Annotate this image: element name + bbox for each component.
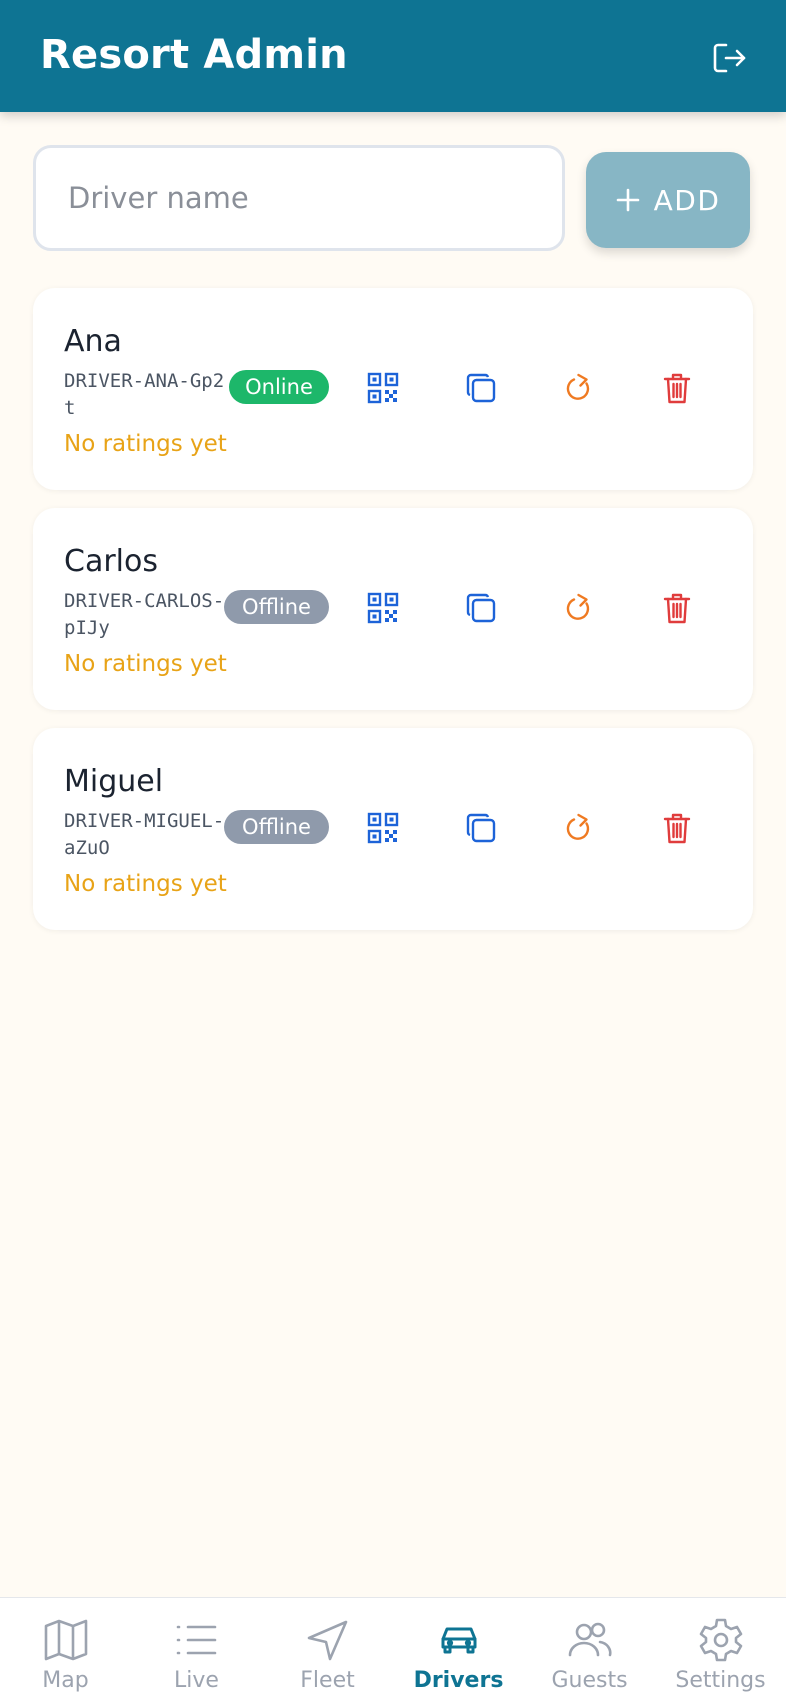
users-icon [568,1622,612,1657]
logout-button[interactable] [710,38,750,78]
copy-icon [466,373,496,403]
copy-code-button[interactable] [459,366,503,410]
nav-label: Drivers [413,1668,504,1693]
navigation-icon [307,1620,347,1661]
bottom-nav: Map Live Fleet Drivers Guests Settings [0,1597,786,1705]
copy-icon [466,813,496,843]
driver-card: Miguel DRIVER-MIGUEL-aZuO No ratings yet… [33,728,753,930]
driver-name-input[interactable] [33,145,565,251]
logout-icon [713,43,746,73]
nav-label: Map [42,1668,89,1693]
qr-code-icon [367,372,399,404]
copy-code-button[interactable] [459,806,503,850]
delete-driver-button[interactable] [655,586,699,630]
driver-name: Ana [64,324,122,359]
refresh-icon [566,813,590,840]
driver-rating: No ratings yet [64,871,227,897]
status-badge: Offline [224,590,329,624]
show-qr-button[interactable] [361,806,405,850]
nav-label: Live [174,1668,219,1693]
driver-code: DRIVER-MIGUEL-aZuO [64,810,225,859]
add-driver-button[interactable]: ADD [586,152,750,248]
nav-label: Settings [675,1668,766,1693]
copy-icon [466,593,496,623]
trash-icon [663,813,691,844]
status-badge: Offline [224,810,329,844]
show-qr-button[interactable] [361,366,405,410]
driver-code: DRIVER-CARLOS-pIJy [64,590,225,639]
app-header: Resort Admin [0,0,786,112]
nav-item-settings[interactable]: Settings [655,1598,786,1705]
delete-driver-button[interactable] [655,806,699,850]
app-title: Resort Admin [40,32,348,78]
driver-name: Miguel [64,764,164,799]
plus-icon [616,188,639,212]
show-qr-button[interactable] [361,586,405,630]
regenerate-code-button[interactable] [557,366,601,410]
driver-card: Carlos DRIVER-CARLOS-pIJy No ratings yet… [33,508,753,710]
driver-card: Ana DRIVER-ANA-Gp2t No ratings yet Onlin… [33,288,753,490]
refresh-icon [566,593,590,620]
qr-code-icon [367,812,399,844]
qr-code-icon [367,592,399,624]
nav-label: Guests [551,1668,628,1693]
nav-item-fleet[interactable]: Fleet [262,1598,393,1705]
car-icon [441,1627,476,1654]
nav-item-live[interactable]: Live [131,1598,262,1705]
trash-icon [663,593,691,624]
driver-rating: No ratings yet [64,431,227,457]
gear-icon [699,1618,742,1662]
add-button-label: ADD [653,183,721,217]
driver-name: Carlos [64,544,158,579]
list-icon [176,1625,216,1655]
regenerate-code-button[interactable] [557,586,601,630]
nav-item-drivers[interactable]: Drivers [393,1598,524,1705]
driver-rating: No ratings yet [64,651,227,677]
nav-item-map[interactable]: Map [0,1598,131,1705]
add-driver-row: ADD [33,145,753,255]
map-icon [44,1619,87,1661]
nav-item-guests[interactable]: Guests [524,1598,655,1705]
regenerate-code-button[interactable] [557,806,601,850]
copy-code-button[interactable] [459,586,503,630]
status-badge: Online [229,370,329,404]
nav-label: Fleet [300,1668,355,1693]
trash-icon [663,373,691,404]
driver-code: DRIVER-ANA-Gp2t [64,370,225,419]
delete-driver-button[interactable] [655,366,699,410]
refresh-icon [566,373,590,400]
